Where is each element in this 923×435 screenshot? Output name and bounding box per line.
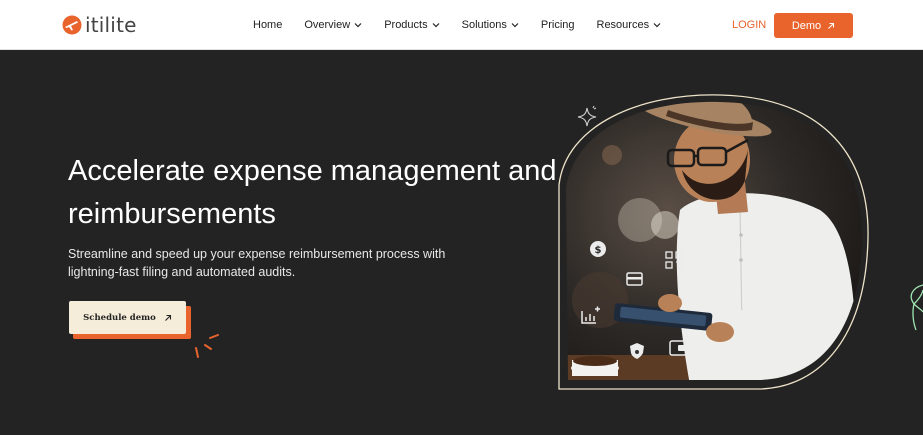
chevron-down-icon <box>354 23 362 28</box>
nav-item-label: Solutions <box>461 19 507 31</box>
nav-item-home[interactable]: Home <box>253 19 282 31</box>
brand-name: itilite <box>85 13 137 37</box>
top-navbar: itilite Home Overview Products Solutions… <box>0 0 923 50</box>
chevron-down-icon <box>432 23 440 28</box>
svg-text:$: $ <box>595 245 602 256</box>
sparkle-icon <box>577 105 597 127</box>
schedule-demo-button[interactable]: Schedule demo <box>69 301 186 334</box>
nav-item-overview[interactable]: Overview <box>304 19 362 31</box>
plane-logo-icon <box>62 15 82 35</box>
sparkle-dashes-icon <box>195 334 219 358</box>
hero-photo <box>566 101 862 380</box>
arrow-up-right-icon <box>164 314 171 321</box>
nav-item-products[interactable]: Products <box>384 19 440 31</box>
nav-item-label: Pricing <box>540 19 575 31</box>
hero-title-line-2: reimbursements <box>68 198 276 230</box>
hero-title: Accelerate expense management and reimbu… <box>68 150 568 236</box>
demo-button-label: Demo <box>791 19 822 32</box>
demo-button[interactable]: Demo <box>774 13 853 38</box>
chevron-down-icon <box>653 23 661 28</box>
arrow-up-right-icon <box>828 22 835 29</box>
schedule-demo-label: Schedule demo <box>83 312 156 323</box>
nav-item-label: Home <box>253 19 283 31</box>
nav-menu: Home Overview Products Solutions Pricing… <box>253 0 683 50</box>
nav-item-pricing[interactable]: Pricing <box>541 19 575 31</box>
chevron-down-icon <box>511 23 519 28</box>
login-link[interactable]: LOGIN <box>732 19 766 31</box>
itilite-logo[interactable]: itilite <box>62 13 137 37</box>
nav-item-solutions[interactable]: Solutions <box>462 19 519 31</box>
nav-item-label: Overview <box>304 19 351 31</box>
nav-item-resources[interactable]: Resources <box>597 19 662 31</box>
hero-title-line-1: Accelerate expense management and <box>68 155 557 187</box>
nav-item-label: Products <box>384 19 428 31</box>
hero-subtitle: Streamline and speed up your expense rei… <box>68 247 446 279</box>
leaf-doodle-icon <box>910 284 923 331</box>
dollar-icon: $ <box>590 241 606 257</box>
nav-item-label: Resources <box>596 19 650 31</box>
